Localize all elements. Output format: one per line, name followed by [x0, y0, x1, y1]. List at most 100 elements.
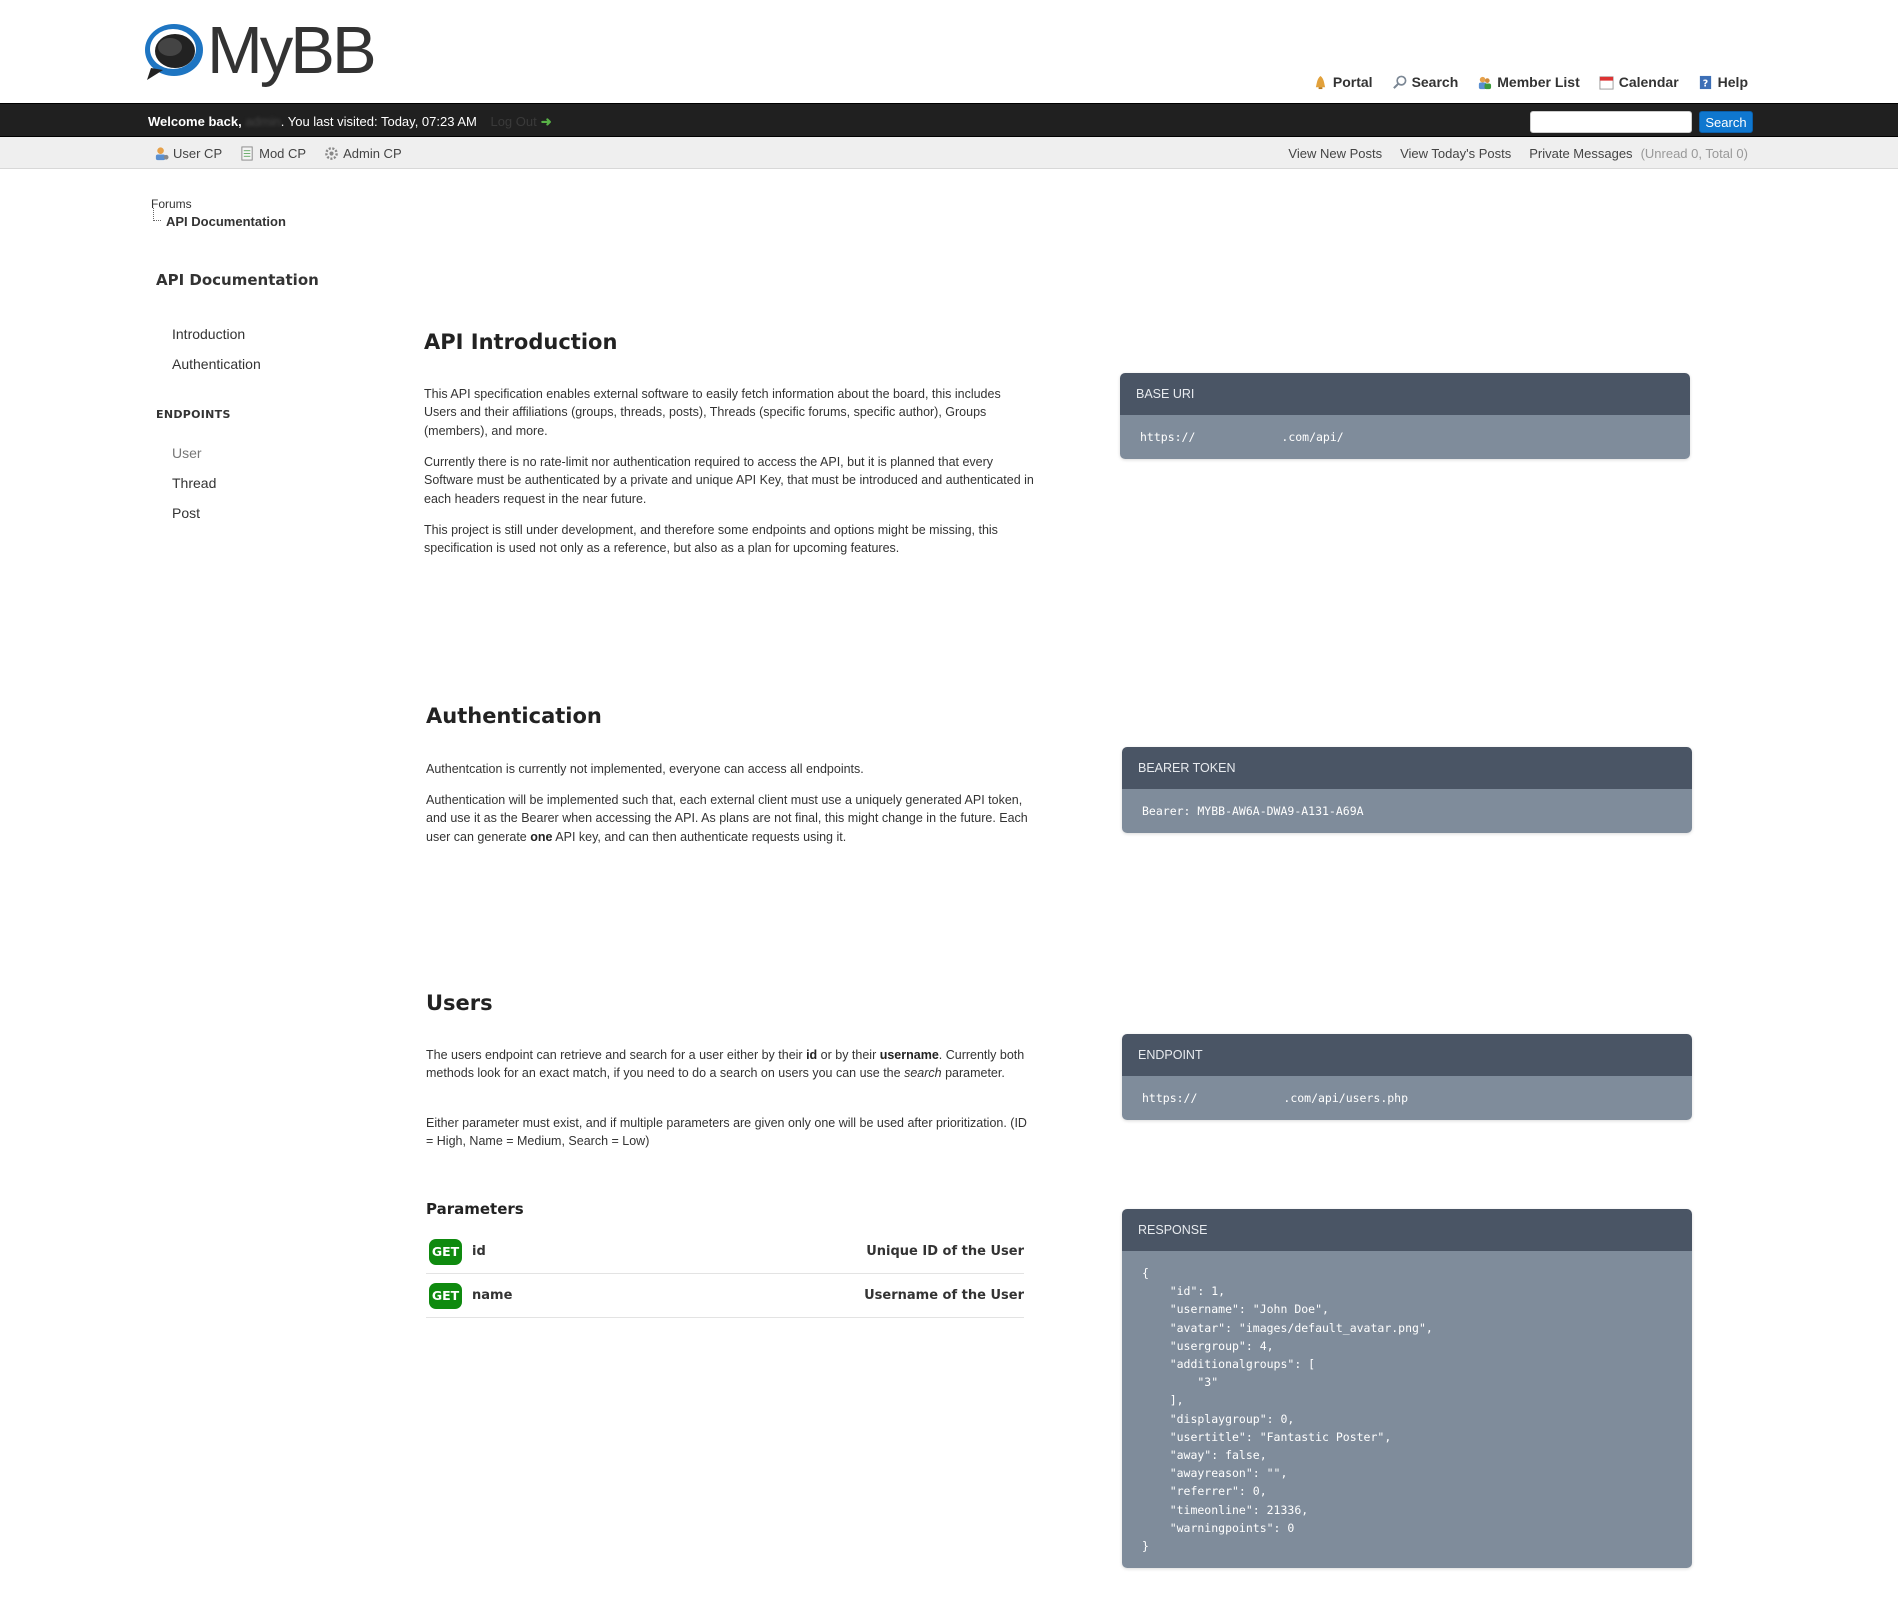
- search-icon: [1392, 75, 1406, 89]
- users-p1-d: parameter.: [941, 1066, 1005, 1081]
- mod-cp-icon: [241, 146, 253, 161]
- users-p1-b: or by their: [817, 1048, 880, 1062]
- breadcrumb-current-label: API Documentation: [166, 214, 286, 229]
- auth-paragraph-1: Authentcation is currently not implement…: [426, 762, 864, 776]
- mod-cp-link[interactable]: Mod CP: [240, 146, 306, 161]
- logout-link[interactable]: Log Out: [490, 114, 536, 129]
- endpoint-url-end: .com/api/users.php: [1283, 1091, 1409, 1105]
- base-uri-card-title: BASE URI: [1120, 373, 1690, 415]
- users-p1-search: search: [904, 1066, 942, 1081]
- param-name: id: [472, 1244, 486, 1259]
- help-icon: ?: [1699, 75, 1711, 89]
- pm-count: (Unread 0, Total 0): [1640, 146, 1748, 161]
- parameters-title: Parameters: [426, 1200, 524, 1218]
- get-method-badge: GET: [429, 1239, 462, 1265]
- toplink-search[interactable]: Search: [1392, 74, 1459, 90]
- logo-text: MyBB: [207, 13, 377, 88]
- endpoint-card: ENDPOINT https:// .com/api/users.php: [1122, 1034, 1692, 1121]
- panel-right: View New Posts View Today's Posts Privat…: [1288, 146, 1748, 161]
- param-description: Unique ID of the User: [866, 1244, 1024, 1259]
- param-description: Username of the User: [864, 1288, 1024, 1303]
- mybb-logo[interactable]: MyBB: [143, 13, 377, 90]
- auth-p2-one: one: [530, 829, 553, 844]
- response-card-body: { "id": 1, "username": "John Doe", "avat…: [1122, 1251, 1692, 1569]
- toplink-calendar-label: Calendar: [1618, 74, 1679, 90]
- base-uri-card: BASE URI https:// .com/api/: [1120, 373, 1690, 460]
- toplink-calendar[interactable]: Calendar: [1599, 74, 1679, 90]
- member-list-icon: [1479, 76, 1492, 89]
- base-uri-card-body: https:// .com/api/: [1120, 415, 1690, 460]
- search-button[interactable]: Search: [1699, 111, 1753, 133]
- admin-cp-label: Admin CP: [343, 146, 402, 161]
- toplink-help[interactable]: ? Help: [1698, 74, 1748, 90]
- auth-p2-c: API key, and can then authenticate reque…: [552, 829, 847, 844]
- breadcrumb-current: API Documentation: [153, 208, 286, 229]
- user-cp-icon: [155, 147, 169, 161]
- sidebar-item-thread[interactable]: Thread: [172, 475, 216, 491]
- toplink-help-label: Help: [1717, 74, 1748, 90]
- sidebar-title: API Documentation: [156, 271, 319, 289]
- users-p1-username: username: [879, 1048, 939, 1062]
- user-cp-label: User CP: [173, 146, 223, 161]
- private-messages-label: Private Messages: [1529, 146, 1633, 161]
- base-uri-start: https://: [1140, 430, 1196, 444]
- toplink-search-label: Search: [1411, 74, 1459, 90]
- intro-paragraph-2: Currently there is no rate-limit nor aut…: [424, 455, 1034, 506]
- users-title: Users: [426, 991, 493, 1015]
- toplink-member-list[interactable]: Member List: [1477, 74, 1580, 90]
- auth-paragraph-2: Authentication will be implemented such …: [426, 791, 1036, 846]
- sidebar-section-endpoints: ENDPOINTS: [156, 408, 231, 421]
- admin-cp-icon: [325, 147, 338, 160]
- param-name: name: [472, 1288, 513, 1303]
- param-row-name: GET name Username of the User: [426, 1274, 1024, 1318]
- bearer-token-card-body: Bearer: MYBB-AW6A-DWA9-A131-A69A: [1122, 789, 1692, 834]
- users-p1-id: id: [806, 1048, 818, 1062]
- response-card: RESPONSE { "id": 1, "username": "John Do…: [1122, 1209, 1692, 1569]
- welcome-prefix: Welcome back,: [148, 114, 242, 129]
- intro-paragraph-3: This project is still under development,…: [424, 523, 998, 556]
- users-p1-a: The users endpoint can retrieve and sear…: [426, 1048, 807, 1062]
- toplink-portal[interactable]: Portal: [1313, 74, 1373, 90]
- auth-title: Authentication: [426, 704, 602, 728]
- sidebar-item-post[interactable]: Post: [172, 505, 200, 521]
- get-method-badge: GET: [429, 1283, 462, 1309]
- last-visit-text: . You last visited: Today, 07:23 AM: [280, 114, 477, 129]
- bearer-token-card-title: BEARER TOKEN: [1122, 747, 1692, 789]
- logout-arrow-icon: ➜: [540, 114, 552, 129]
- welcome-bar: Welcome back, admin. You last visited: T…: [0, 103, 1898, 137]
- logo-bubble-icon: [145, 24, 203, 80]
- breadcrumb: Forums API Documentation: [151, 197, 286, 229]
- param-row-id: GET id Unique ID of the User: [426, 1230, 1024, 1274]
- toplink-portal-label: Portal: [1332, 74, 1373, 90]
- page: MyBB Portal Search Member List Calendar …: [0, 0, 1898, 1622]
- base-uri-end: .com/api/: [1281, 430, 1344, 444]
- bearer-token-card: BEARER TOKEN Bearer: MYBB-AW6A-DWA9-A131…: [1122, 747, 1692, 834]
- intro-title: API Introduction: [424, 330, 618, 354]
- view-todays-posts-link[interactable]: View Today's Posts: [1400, 146, 1511, 161]
- endpoint-url-start: https://: [1142, 1091, 1198, 1105]
- user-cp-link[interactable]: User CP: [154, 146, 222, 161]
- endpoint-card-title: ENDPOINT: [1122, 1034, 1692, 1076]
- welcome-text: Welcome back, admin. You last visited: T…: [148, 114, 552, 130]
- endpoint-card-body: https:// .com/api/users.php: [1122, 1076, 1692, 1121]
- panel-left: User CP Mod CP Admin CP: [154, 146, 402, 161]
- response-card-title: RESPONSE: [1122, 1209, 1692, 1251]
- users-paragraph-1: The users endpoint can retrieve and sear…: [426, 1046, 1036, 1083]
- welcome-username[interactable]: admin: [245, 114, 280, 129]
- top-links: Portal Search Member List Calendar ? Hel…: [1313, 74, 1748, 90]
- mod-cp-label: Mod CP: [259, 146, 307, 161]
- toplink-member-list-label: Member List: [1497, 74, 1580, 90]
- svg-text:?: ?: [1702, 78, 1707, 89]
- users-paragraph-2: Either parameter must exist, and if mult…: [426, 1116, 1027, 1149]
- search-input[interactable]: [1530, 111, 1692, 133]
- portal-icon: [1315, 75, 1326, 89]
- admin-cp-link[interactable]: Admin CP: [324, 146, 402, 161]
- view-new-posts-link[interactable]: View New Posts: [1288, 146, 1382, 161]
- intro-paragraph-1: This API specification enables external …: [424, 387, 1001, 438]
- panel-links-bar: User CP Mod CP Admin CP View New Posts V…: [0, 137, 1898, 169]
- calendar-icon: [1599, 75, 1614, 90]
- private-messages-link[interactable]: Private Messages (Unread 0, Total 0): [1529, 146, 1748, 161]
- sidebar-item-user[interactable]: User: [172, 445, 202, 461]
- sidebar-item-authentication[interactable]: Authentication: [172, 356, 261, 372]
- sidebar-item-introduction[interactable]: Introduction: [172, 326, 245, 342]
